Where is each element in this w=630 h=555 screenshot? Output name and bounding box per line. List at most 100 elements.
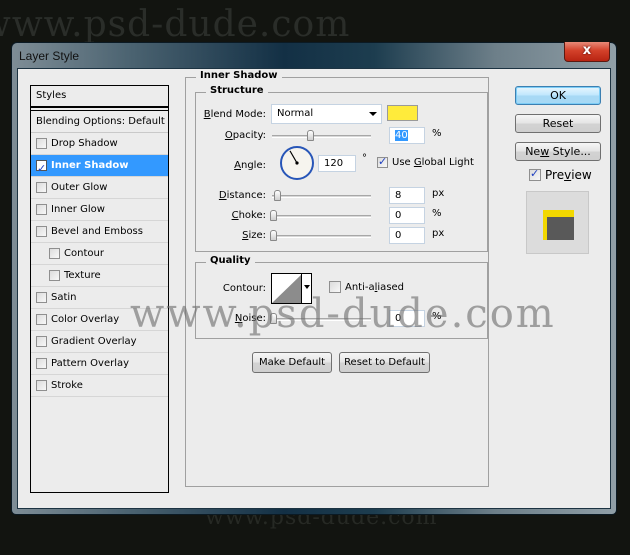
opacity-slider-thumb[interactable] [306, 130, 314, 141]
distance-label: Distance: [218, 190, 266, 201]
angle-input[interactable]: 120 [318, 155, 356, 172]
checkbox-icon[interactable] [49, 248, 60, 259]
style-item-pattern-overlay[interactable]: Pattern Overlay [31, 353, 168, 375]
chevron-down-icon [304, 285, 310, 289]
style-item-label: Color Overlay [51, 314, 120, 325]
structure-title: Structure [206, 85, 268, 96]
style-item-label: Inner Glow [51, 204, 105, 215]
size-unit: px [432, 228, 445, 239]
quality-title: Quality [206, 255, 255, 266]
style-item-color-overlay[interactable]: Color Overlay [31, 309, 168, 331]
choke-unit: % [432, 208, 442, 219]
size-label: Size: [242, 230, 266, 241]
angle-dial[interactable] [280, 146, 314, 180]
choke-input[interactable]: 0 [389, 207, 425, 224]
distance-slider[interactable] [272, 195, 371, 198]
style-item-label: Inner Shadow [51, 160, 129, 171]
opacity-label: Opacity: [224, 130, 266, 141]
checkbox-icon[interactable] [36, 138, 47, 149]
style-item-stroke[interactable]: Stroke [31, 375, 168, 397]
checkbox-icon[interactable] [36, 314, 47, 325]
inner-shadow-title: Inner Shadow [196, 70, 282, 81]
noise-unit: % [432, 311, 442, 322]
noise-input[interactable]: 0 [389, 310, 425, 327]
checkbox-icon[interactable] [36, 226, 47, 237]
reset-to-default-button[interactable]: Reset to Default [339, 352, 430, 373]
blend-mode-select[interactable]: Normal [271, 104, 382, 124]
style-item-inner-shadow[interactable]: Inner Shadow [31, 155, 168, 179]
style-item-label: Pattern Overlay [51, 358, 130, 369]
close-button[interactable]: x [564, 42, 610, 62]
chevron-down-icon [369, 112, 377, 116]
checkbox-icon[interactable] [36, 336, 47, 347]
style-item-drop-shadow[interactable]: Drop Shadow [31, 133, 168, 155]
blending-options-item[interactable]: Blending Options: Default [31, 110, 168, 133]
shadow-color-swatch[interactable] [387, 105, 418, 121]
style-item-outer-glow[interactable]: Outer Glow [31, 177, 168, 199]
style-item-label: Texture [64, 270, 101, 281]
distance-unit: px [432, 188, 445, 199]
styles-list: Styles Blending Options: Default Drop Sh… [30, 85, 169, 493]
opacity-input[interactable]: 40 [389, 127, 425, 144]
preview-label: Preview [545, 168, 592, 182]
noise-label: Noise: [234, 313, 266, 324]
watermark-top: www.psd-dude.com [0, 4, 351, 45]
inner-shadow-group: Inner Shadow Structure Blend Mode: Norma… [185, 70, 489, 487]
size-slider[interactable] [272, 235, 371, 238]
style-item-gradient-overlay[interactable]: Gradient Overlay [31, 331, 168, 353]
style-item-texture[interactable]: Texture [31, 265, 168, 287]
checkbox-icon[interactable] [36, 204, 47, 215]
checkbox-icon[interactable] [36, 158, 47, 179]
styles-header[interactable]: Styles [31, 86, 168, 108]
style-item-bevel-and-emboss[interactable]: Bevel and Emboss [31, 221, 168, 243]
checkbox-icon[interactable] [36, 358, 47, 369]
style-preview [526, 191, 589, 254]
contour-label: Contour: [222, 283, 266, 294]
checkbox-icon [529, 167, 541, 181]
choke-slider[interactable] [272, 215, 371, 218]
blend-mode-label: Blend Mode: [203, 109, 266, 120]
checkbox-icon [377, 155, 388, 168]
anti-aliased-checkbox[interactable]: Anti-aliased [329, 281, 404, 293]
style-item-label: Stroke [51, 380, 83, 391]
style-item-contour[interactable]: Contour [31, 243, 168, 265]
contour-picker[interactable] [271, 273, 312, 304]
angle-label: Angle: [234, 160, 266, 171]
new-style-button[interactable]: New Style... [515, 142, 601, 161]
choke-slider-thumb[interactable] [270, 210, 277, 221]
reset-button[interactable]: Reset [515, 114, 601, 133]
make-default-button[interactable]: Make Default [252, 352, 332, 373]
style-item-label: Gradient Overlay [51, 336, 137, 347]
window-title: Layer Style [19, 49, 80, 63]
layer-style-dialog: Layer Style x Styles Blending Options: D… [11, 42, 617, 515]
style-item-inner-glow[interactable]: Inner Glow [31, 199, 168, 221]
style-item-label: Outer Glow [51, 182, 108, 193]
angle-unit: ° [362, 153, 367, 164]
size-slider-thumb[interactable] [270, 230, 277, 241]
preview-fill [547, 217, 574, 240]
checkbox-icon[interactable] [49, 270, 60, 281]
size-input[interactable]: 0 [389, 227, 425, 244]
distance-input[interactable]: 8 [389, 187, 425, 204]
opacity-unit: % [432, 128, 442, 139]
checkbox-icon [329, 281, 341, 293]
contour-curve-icon [272, 274, 302, 303]
style-item-label: Contour [64, 248, 104, 259]
opacity-slider[interactable] [272, 135, 371, 138]
noise-slider[interactable] [272, 318, 371, 321]
angle-needle-icon [289, 150, 299, 165]
style-item-label: Drop Shadow [51, 138, 118, 149]
structure-group: Structure Blend Mode: Normal Opacity: 40… [195, 85, 488, 252]
use-global-light-checkbox[interactable]: Use Global Light [377, 155, 474, 168]
quality-group: Quality Contour: Anti-aliased Noise: 0 % [195, 255, 488, 339]
checkbox-icon[interactable] [36, 380, 47, 391]
ok-button[interactable]: OK [515, 86, 601, 105]
noise-slider-thumb[interactable] [270, 313, 277, 324]
choke-label: Choke: [231, 210, 266, 221]
style-item-satin[interactable]: Satin [31, 287, 168, 309]
checkbox-icon[interactable] [36, 292, 47, 303]
blend-mode-value: Normal [277, 108, 314, 119]
checkbox-icon[interactable] [36, 182, 47, 193]
distance-slider-thumb[interactable] [273, 190, 281, 201]
preview-checkbox[interactable]: Preview [529, 167, 592, 182]
